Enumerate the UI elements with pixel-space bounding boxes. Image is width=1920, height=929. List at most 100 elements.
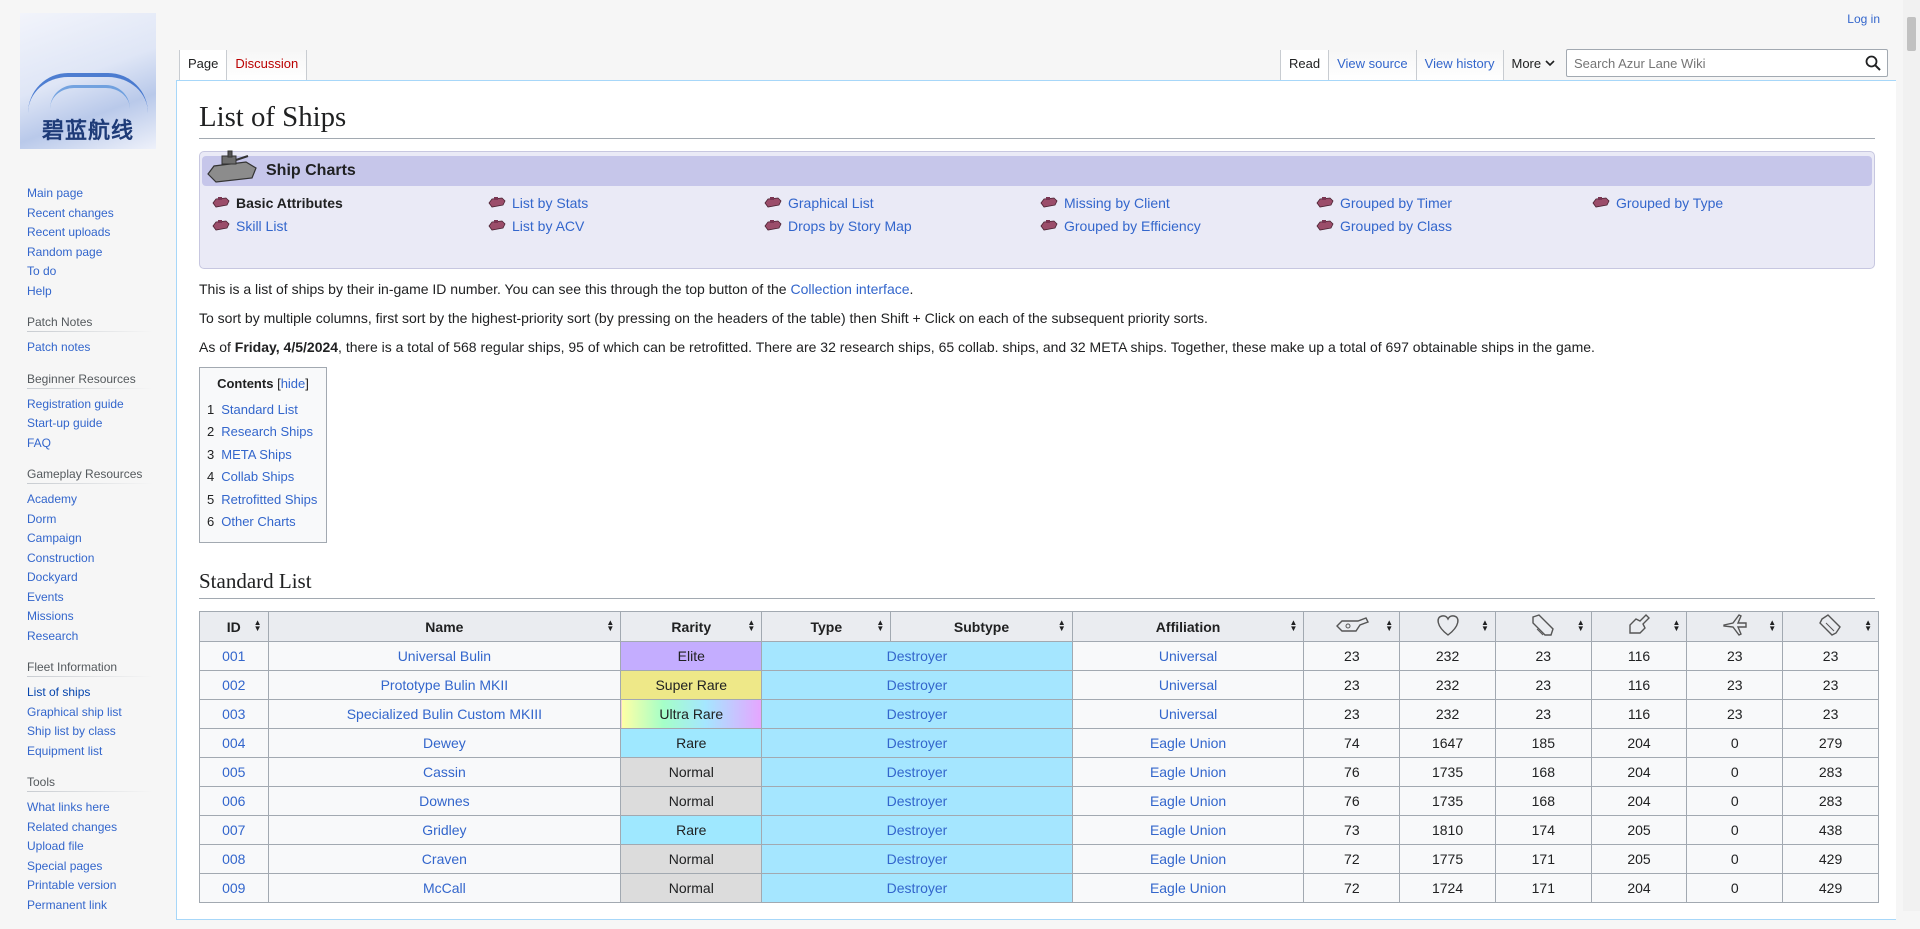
- tab-view-history[interactable]: View history: [1416, 50, 1504, 81]
- sidebar-link-events[interactable]: Events: [27, 590, 64, 604]
- sidebar-link-to-do[interactable]: To do: [27, 264, 56, 278]
- affiliation-link[interactable]: Eagle Union: [1150, 851, 1226, 867]
- sidebar-link-academy[interactable]: Academy: [27, 492, 77, 506]
- ship-type-link[interactable]: Destroyer: [887, 706, 948, 722]
- chart-link-grouped-by-timer[interactable]: Grouped by Timer: [1316, 194, 1592, 213]
- chart-link-list-by-stats[interactable]: List by Stats: [488, 194, 764, 213]
- chart-link-missing-by-client[interactable]: Missing by Client: [1040, 194, 1316, 213]
- affiliation-link[interactable]: Eagle Union: [1150, 822, 1226, 838]
- affiliation-link[interactable]: Universal: [1159, 677, 1217, 693]
- affiliation-link[interactable]: Universal: [1159, 706, 1217, 722]
- column-header-subtype[interactable]: Subtype ▲ ▼: [890, 611, 1073, 643]
- toc-link-collab-ships[interactable]: Collab Ships: [221, 469, 294, 484]
- ship-type-link[interactable]: Destroyer: [887, 764, 948, 780]
- sidebar-link-missions[interactable]: Missions: [27, 609, 74, 623]
- toc-hide-link[interactable]: hide: [281, 376, 306, 391]
- ship-type-link[interactable]: Destroyer: [887, 735, 948, 751]
- collection-interface-link[interactable]: Collection interface: [790, 281, 909, 297]
- chart-link-list-by-acv[interactable]: List by ACV: [488, 217, 764, 236]
- affiliation-link[interactable]: Eagle Union: [1150, 764, 1226, 780]
- sidebar-link-research[interactable]: Research: [27, 629, 78, 643]
- chart-link-grouped-by-efficiency[interactable]: Grouped by Efficiency: [1040, 217, 1316, 236]
- sidebar-link-construction[interactable]: Construction: [27, 551, 94, 565]
- scrollbar-thumb[interactable]: [1907, 17, 1916, 51]
- affiliation-link[interactable]: Eagle Union: [1150, 880, 1226, 896]
- ship-id-link[interactable]: 002: [222, 677, 245, 693]
- sidebar-link-related-changes[interactable]: Related changes: [27, 820, 117, 834]
- toc-link-retrofitted-ships[interactable]: Retrofitted Ships: [221, 492, 317, 507]
- ship-name-link[interactable]: Cassin: [423, 764, 466, 780]
- affiliation-link[interactable]: Eagle Union: [1150, 793, 1226, 809]
- ship-id-link[interactable]: 003: [222, 706, 245, 722]
- site-logo[interactable]: 碧蓝航线: [20, 13, 156, 149]
- ship-type-link[interactable]: Destroyer: [887, 851, 948, 867]
- ship-name-link[interactable]: Gridley: [422, 822, 466, 838]
- sidebar-link-main-page[interactable]: Main page: [27, 186, 83, 200]
- ship-type-link[interactable]: Destroyer: [887, 822, 948, 838]
- column-header-aviation[interactable]: ▲ ▼: [1686, 611, 1784, 643]
- sidebar-link-registration-guide[interactable]: Registration guide: [27, 397, 124, 411]
- login-link[interactable]: Log in: [1847, 12, 1880, 26]
- toc-hide-toggle[interactable]: [hide]: [277, 376, 309, 391]
- ship-id-link[interactable]: 005: [222, 764, 245, 780]
- column-header-torpedo[interactable]: ▲ ▼: [1494, 611, 1592, 643]
- ship-name-link[interactable]: Dewey: [423, 735, 466, 751]
- tab-read[interactable]: Read: [1280, 50, 1330, 81]
- sidebar-link-patch-notes[interactable]: Patch notes: [27, 340, 90, 354]
- sidebar-link-graphical-ship-list[interactable]: Graphical ship list: [27, 705, 122, 719]
- sidebar-link-faq[interactable]: FAQ: [27, 436, 51, 450]
- ship-name-link[interactable]: Prototype Bulin MKII: [381, 677, 509, 693]
- sidebar-link-special-pages[interactable]: Special pages: [27, 859, 102, 873]
- ship-type-link[interactable]: Destroyer: [887, 880, 948, 896]
- sidebar-link-recent-changes[interactable]: Recent changes: [27, 206, 114, 220]
- ship-name-link[interactable]: Downes: [419, 793, 470, 809]
- chart-link-drops-by-story-map[interactable]: Drops by Story Map: [764, 217, 1040, 236]
- chart-link-basic-attributes[interactable]: Basic Attributes: [212, 194, 488, 213]
- column-header-anti-air[interactable]: ▲ ▼: [1590, 611, 1688, 643]
- sidebar-link-upload-file[interactable]: Upload file: [27, 839, 84, 853]
- chart-link-graphical-list[interactable]: Graphical List: [764, 194, 1040, 213]
- ship-type-link[interactable]: Destroyer: [887, 648, 948, 664]
- sidebar-link-dockyard[interactable]: Dockyard: [27, 570, 78, 584]
- column-header-rarity[interactable]: Rarity ▲ ▼: [620, 611, 763, 643]
- scrollbar[interactable]: [1903, 0, 1920, 911]
- toc-link-standard-list[interactable]: Standard List: [221, 402, 298, 417]
- search-icon[interactable]: [1865, 55, 1881, 74]
- toc-link-meta-ships[interactable]: META Ships: [221, 447, 292, 462]
- sidebar-link-dorm[interactable]: Dorm: [27, 512, 56, 526]
- ship-name-link[interactable]: Universal Bulin: [398, 648, 491, 664]
- tab-view-source[interactable]: View source: [1329, 50, 1417, 81]
- toc-link-other-charts[interactable]: Other Charts: [221, 514, 295, 529]
- ship-type-link[interactable]: Destroyer: [887, 793, 948, 809]
- sidebar-link-equipment-list[interactable]: Equipment list: [27, 744, 102, 758]
- ship-id-link[interactable]: 001: [222, 648, 245, 664]
- affiliation-link[interactable]: Universal: [1159, 648, 1217, 664]
- sidebar-link-permanent-link[interactable]: Permanent link: [27, 898, 107, 912]
- ship-name-link[interactable]: McCall: [423, 880, 466, 896]
- sidebar-link-what-links-here[interactable]: What links here: [27, 800, 110, 814]
- affiliation-link[interactable]: Eagle Union: [1150, 735, 1226, 751]
- column-header-firepower[interactable]: ▲ ▼: [1303, 611, 1401, 643]
- ship-id-link[interactable]: 007: [222, 822, 245, 838]
- chart-link-grouped-by-class[interactable]: Grouped by Class: [1316, 217, 1592, 236]
- sidebar-link-help[interactable]: Help: [27, 284, 52, 298]
- sidebar-link-start-up-guide[interactable]: Start-up guide: [27, 416, 102, 430]
- sidebar-link-ship-list-by-class[interactable]: Ship list by class: [27, 724, 116, 738]
- tab-page[interactable]: Page: [179, 50, 228, 81]
- chart-link-skill-list[interactable]: Skill List: [212, 217, 488, 236]
- ship-id-link[interactable]: 008: [222, 851, 245, 867]
- more-menu[interactable]: More: [1504, 50, 1564, 81]
- column-header-type[interactable]: Type ▲ ▼: [761, 611, 892, 643]
- column-header-health[interactable]: ▲ ▼: [1399, 611, 1496, 643]
- ship-type-link[interactable]: Destroyer: [887, 677, 948, 693]
- ship-id-link[interactable]: 006: [222, 793, 245, 809]
- search-input[interactable]: [1567, 50, 1847, 76]
- sidebar-link-campaign[interactable]: Campaign: [27, 531, 82, 545]
- sidebar-link-recent-uploads[interactable]: Recent uploads: [27, 225, 110, 239]
- sidebar-link-printable-version[interactable]: Printable version: [27, 878, 116, 892]
- ship-name-link[interactable]: Craven: [422, 851, 467, 867]
- column-header-id[interactable]: ID ▲ ▼: [199, 611, 269, 643]
- ship-id-link[interactable]: 004: [222, 735, 245, 751]
- column-header-name[interactable]: Name ▲ ▼: [267, 611, 622, 643]
- sidebar-link-random-page[interactable]: Random page: [27, 245, 102, 259]
